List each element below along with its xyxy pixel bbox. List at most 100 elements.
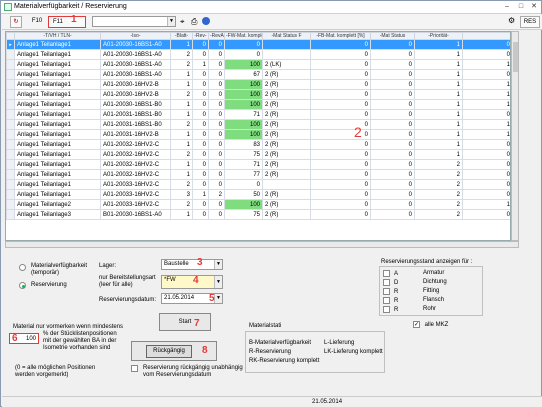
row-header[interactable]: [6, 109, 15, 120]
filter-combo[interactable]: ▼: [92, 16, 176, 27]
col-header[interactable]: -Blatt-: [170, 32, 193, 40]
row-header[interactable]: [6, 169, 15, 180]
table-row[interactable]: Anlage1 Teilanlage1 A01-20033-16HV2-C 3 1 2 5…: [6, 189, 510, 200]
resstand-item[interactable]: A Armatur: [383, 270, 444, 277]
col-header[interactable]: -T/VH / TLN-: [14, 32, 101, 40]
radio-temp-row[interactable]: Materialverfügbarkeit (temporär): [19, 263, 89, 276]
table-row[interactable]: Anlage1 Teilanlage1 A01-20030-16BS1-A0 2 0 0…: [6, 49, 510, 60]
table-cell: 67: [224, 69, 263, 80]
grid-body: ▸ Anlage1 Teilanlage1 A01-20030-16BS1-A0 1 0…: [6, 39, 510, 220]
table-cell: 1: [462, 119, 510, 130]
bereit-combo[interactable]: *FW ▼: [161, 275, 223, 289]
table-row[interactable]: Anlage1 Teilanlage1 A01-20030-16HV2-B 1 0 0 1…: [6, 79, 510, 90]
resstand-checkbox[interactable]: [383, 297, 390, 304]
row-header[interactable]: [6, 69, 15, 80]
col-header[interactable]: -Iso-: [100, 32, 171, 40]
table-row[interactable]: Anlage1 Teilanlage1 A01-20030-16HV2-B 2 0 0 1…: [6, 89, 510, 100]
table-row[interactable]: Anlage1 Teilanlage1 A01-20030-16BS1-A0 1 0 0…: [6, 69, 510, 80]
minimize-icon[interactable]: –: [501, 2, 513, 12]
row-header[interactable]: [6, 149, 15, 160]
col-header[interactable]: -RevA: [208, 32, 225, 40]
row-header[interactable]: [6, 79, 15, 90]
col-header[interactable]: -FB-Mat. komplett [%]: [310, 32, 371, 40]
maximize-icon[interactable]: □: [515, 2, 527, 12]
table-row[interactable]: Anlage1 Teilanlage1 A01-20032-16HV2-C 1 0 0 7…: [6, 159, 510, 170]
table-cell: 0: [370, 189, 415, 200]
col-header[interactable]: -Mat Status: [370, 32, 415, 40]
table-row[interactable]: Anlage1 Teilanlage1 A01-20032-16HV2-C 1 0 0 8…: [6, 139, 510, 150]
f10-button[interactable]: F10: [28, 16, 46, 28]
f11-button[interactable]: F11 1: [48, 15, 86, 28]
table-row[interactable]: Anlage1 Teilanlage1 A01-20032-16HV2-C 1 0 0 7…: [6, 169, 510, 180]
col-header[interactable]: -Rev-: [192, 32, 209, 40]
radio-res[interactable]: [19, 282, 26, 289]
table-row[interactable]: Anlage1 Teilanlage1 A01-20032-16HV2-C 2 0 0 7…: [6, 149, 510, 160]
table-row[interactable]: Anlage1 Teilanlage2 A01-20033-16HV2-C 2 0 0 1…: [6, 199, 510, 210]
row-header[interactable]: [6, 59, 15, 70]
row-header[interactable]: [6, 209, 15, 220]
calendar-icon[interactable]: ▼: [214, 294, 222, 303]
alle-mkz-checkbox[interactable]: ✓: [413, 321, 420, 328]
table-cell: 2: [414, 179, 463, 190]
data-grid[interactable]: -T/VH / TLN- -Iso- -Blatt- -Rev- -RevA -…: [5, 31, 511, 241]
table-row[interactable]: Anlage1 Teilanlage1 A01-20030-16BS1-A0 2 1 0…: [6, 59, 510, 70]
close-icon[interactable]: ✕: [528, 2, 540, 12]
table-cell: 1: [414, 39, 463, 50]
table-cell: 100: [224, 59, 263, 70]
resstand-item[interactable]: R Fitting: [383, 288, 439, 295]
help-icon[interactable]: [202, 17, 210, 25]
col-header[interactable]: -Mat Status F: [262, 32, 311, 40]
undo-checkbox-row[interactable]: Reservierung rückgängig unabhängig vom R…: [131, 365, 261, 378]
row-header[interactable]: [6, 199, 15, 210]
row-header[interactable]: [6, 49, 15, 60]
row-header[interactable]: [6, 99, 15, 110]
undo-checkbox[interactable]: [131, 365, 138, 372]
vormerk-input[interactable]: 6 100: [9, 333, 39, 344]
print-icon[interactable]: ⎙: [191, 17, 197, 27]
row-header[interactable]: [6, 159, 15, 170]
filter-icon[interactable]: ⌖: [180, 17, 185, 27]
row-header[interactable]: [6, 129, 15, 140]
row-header[interactable]: [6, 189, 15, 200]
col-header[interactable]: -Priorität-: [414, 32, 463, 40]
grid-hscroll[interactable]: [5, 241, 519, 248]
refresh-button[interactable]: ↻: [10, 16, 22, 28]
row-header[interactable]: [6, 89, 15, 100]
resstand-checkbox[interactable]: [383, 279, 390, 286]
undo-button[interactable]: Rückgängig 8: [131, 341, 217, 361]
scrollbar-thumb[interactable]: [513, 42, 518, 72]
resstand-item[interactable]: R Flansch: [383, 297, 444, 304]
col-header[interactable]: -FW-Mat. komplett [%]: [224, 32, 263, 40]
lager-combo[interactable]: Baustelle ▼: [161, 259, 223, 270]
table-row[interactable]: Anlage1 Teilanlage1 A01-20031-16HV2-B 1 0 0 1…: [6, 129, 510, 140]
resstand-checkbox[interactable]: [383, 270, 390, 277]
row-header[interactable]: ▸: [6, 39, 15, 50]
table-row[interactable]: Anlage1 Teilanlage1 A01-20030-16BS1-B0 1 0 0…: [6, 99, 510, 110]
alle-mkz-row[interactable]: ✓ alle MKZ: [413, 321, 448, 328]
resstand-item[interactable]: D Dichtung: [383, 279, 447, 286]
row-header[interactable]: [6, 179, 15, 190]
radio-res-row[interactable]: Reservierung: [19, 282, 89, 289]
res-button[interactable]: RES: [520, 16, 540, 28]
radio-temp[interactable]: [19, 264, 26, 271]
resstand-checkbox[interactable]: [383, 306, 390, 313]
table-row[interactable]: ▸ Anlage1 Teilanlage1 A01-20030-16BS1-A0 1 0…: [6, 39, 510, 50]
row-header[interactable]: [6, 119, 15, 130]
resstand-checkbox[interactable]: [383, 288, 390, 295]
resstand-item[interactable]: R Rohr: [383, 306, 436, 313]
start-button[interactable]: Start 7: [159, 313, 211, 331]
table-cell: 2: [208, 189, 225, 200]
marker-2: 2: [354, 124, 362, 140]
settings-icon[interactable]: ⚙: [508, 16, 515, 25]
grid-scrollbar[interactable]: [511, 31, 519, 241]
marker-3: 3: [197, 257, 203, 268]
table-cell: 0: [310, 49, 371, 60]
table-cell: Anlage1 Teilanlage1: [14, 189, 101, 200]
table-row[interactable]: Anlage1 Teilanlage1 A01-20031-16BS1-B0 1 0 0…: [6, 109, 510, 120]
table-cell: 0: [224, 179, 263, 190]
table-cell: 0: [208, 149, 225, 160]
table-row[interactable]: Anlage1 Teilanlage1 A01-20031-16BS1-B0 2 0 0…: [6, 119, 510, 130]
table-row[interactable]: Anlage1 Teilanlage3 B01-20030-16BS1-A0 1 0 0…: [6, 209, 510, 220]
table-row[interactable]: Anlage1 Teilanlage1 A01-20033-16HV2-C 2 0 0 0…: [6, 179, 510, 190]
row-header[interactable]: [6, 139, 15, 150]
